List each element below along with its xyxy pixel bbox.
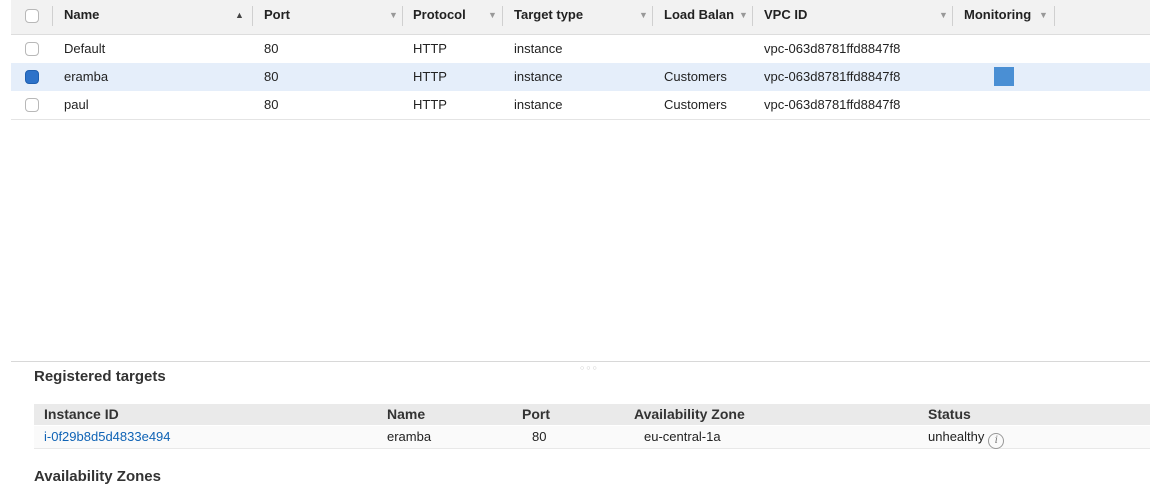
row-checkbox[interactable] [25, 42, 39, 56]
cell-vpc-id: vpc-063d8781ffd8847f8 [764, 41, 901, 56]
cell-protocol: HTTP [413, 97, 447, 112]
cell-protocol: HTTP [413, 41, 447, 56]
instance-id-link[interactable]: i-0f29b8d5d4833e494 [44, 426, 171, 448]
col-header-status: Status [928, 406, 971, 422]
registered-targets-title: Registered targets [34, 368, 166, 385]
table-row[interactable]: eramba 80 HTTP instance Customers vpc-06… [11, 63, 1150, 92]
table-row[interactable]: paul 80 HTTP instance Customers vpc-063d… [11, 91, 1150, 120]
sort-icon[interactable]: ▼ [488, 0, 497, 34]
cell-target-type: instance [514, 41, 563, 56]
column-divider [402, 6, 403, 26]
cell-availability-zone: eu-central-1a [644, 429, 721, 444]
availability-zones-title: Availability Zones [34, 468, 161, 485]
row-checkbox[interactable] [25, 98, 39, 112]
col-header-port[interactable]: Port [264, 0, 290, 34]
col-header-name[interactable]: Name [64, 0, 99, 34]
sort-icon[interactable]: ▼ [1039, 0, 1048, 34]
table-row: i-0f29b8d5d4833e494 eramba 80 eu-central… [34, 426, 1150, 449]
row-checkbox[interactable] [25, 70, 39, 84]
select-all-checkbox[interactable] [25, 9, 39, 23]
cell-name: paul [64, 97, 89, 112]
col-header-target-type[interactable]: Target type [514, 0, 583, 34]
target-groups-panel: Name ▲ Port ▼ Protocol ▼ Target type ▼ L… [0, 0, 1150, 362]
info-icon[interactable]: i [988, 433, 1005, 449]
cell-name: Default [64, 41, 106, 56]
cell-load-balancer: Customers [664, 97, 727, 112]
col-header-vpc-id[interactable]: VPC ID [764, 0, 807, 34]
sort-icon[interactable]: ▼ [389, 0, 398, 34]
resize-grip-icon[interactable]: ○○○ [580, 365, 599, 372]
cell-port: 80 [264, 41, 279, 56]
monitoring-icon[interactable] [994, 67, 1014, 86]
sort-asc-icon[interactable]: ▲ [235, 0, 244, 34]
cell-status: unhealthy i [928, 426, 1005, 449]
cell-protocol: HTTP [413, 69, 447, 84]
sort-icon[interactable]: ▼ [639, 0, 648, 34]
cell-target-type: instance [514, 69, 563, 84]
sort-icon[interactable]: ▼ [939, 0, 948, 34]
cell-port: 80 [532, 429, 547, 444]
cell-vpc-id: vpc-063d8781ffd8847f8 [764, 69, 901, 84]
column-divider [952, 6, 953, 26]
cell-vpc-id: vpc-063d8781ffd8847f8 [764, 97, 901, 112]
table-header: Name ▲ Port ▼ Protocol ▼ Target type ▼ L… [11, 0, 1150, 35]
col-header-name: Name [387, 406, 426, 422]
sort-icon[interactable]: ▼ [739, 0, 748, 34]
col-header-instance-id: Instance ID [44, 406, 119, 422]
cell-load-balancer: Customers [664, 69, 727, 84]
col-header-port: Port [522, 406, 550, 422]
column-divider [52, 6, 53, 26]
column-divider [652, 6, 653, 26]
cell-port: 80 [264, 97, 279, 112]
column-divider [1054, 6, 1055, 26]
pane-divider [11, 361, 1150, 362]
col-header-availability-zone: Availability Zone [634, 406, 745, 422]
column-divider [252, 6, 253, 26]
table-row[interactable]: Default 80 HTTP instance vpc-063d8781ffd… [11, 35, 1150, 64]
registered-targets-header: Instance ID Name Port Availability Zone … [34, 404, 1150, 425]
cell-name: eramba [64, 69, 109, 84]
column-divider [502, 6, 503, 26]
cell-port: 80 [264, 69, 279, 84]
col-header-load-balancer[interactable]: Load Balan [664, 0, 734, 34]
status-text: unhealthy [928, 429, 985, 444]
col-header-monitoring[interactable]: Monitoring [964, 0, 1031, 34]
column-divider [752, 6, 753, 26]
cell-target-type: instance [514, 97, 563, 112]
cell-name: eramba [387, 429, 432, 444]
col-header-protocol[interactable]: Protocol [413, 0, 466, 34]
